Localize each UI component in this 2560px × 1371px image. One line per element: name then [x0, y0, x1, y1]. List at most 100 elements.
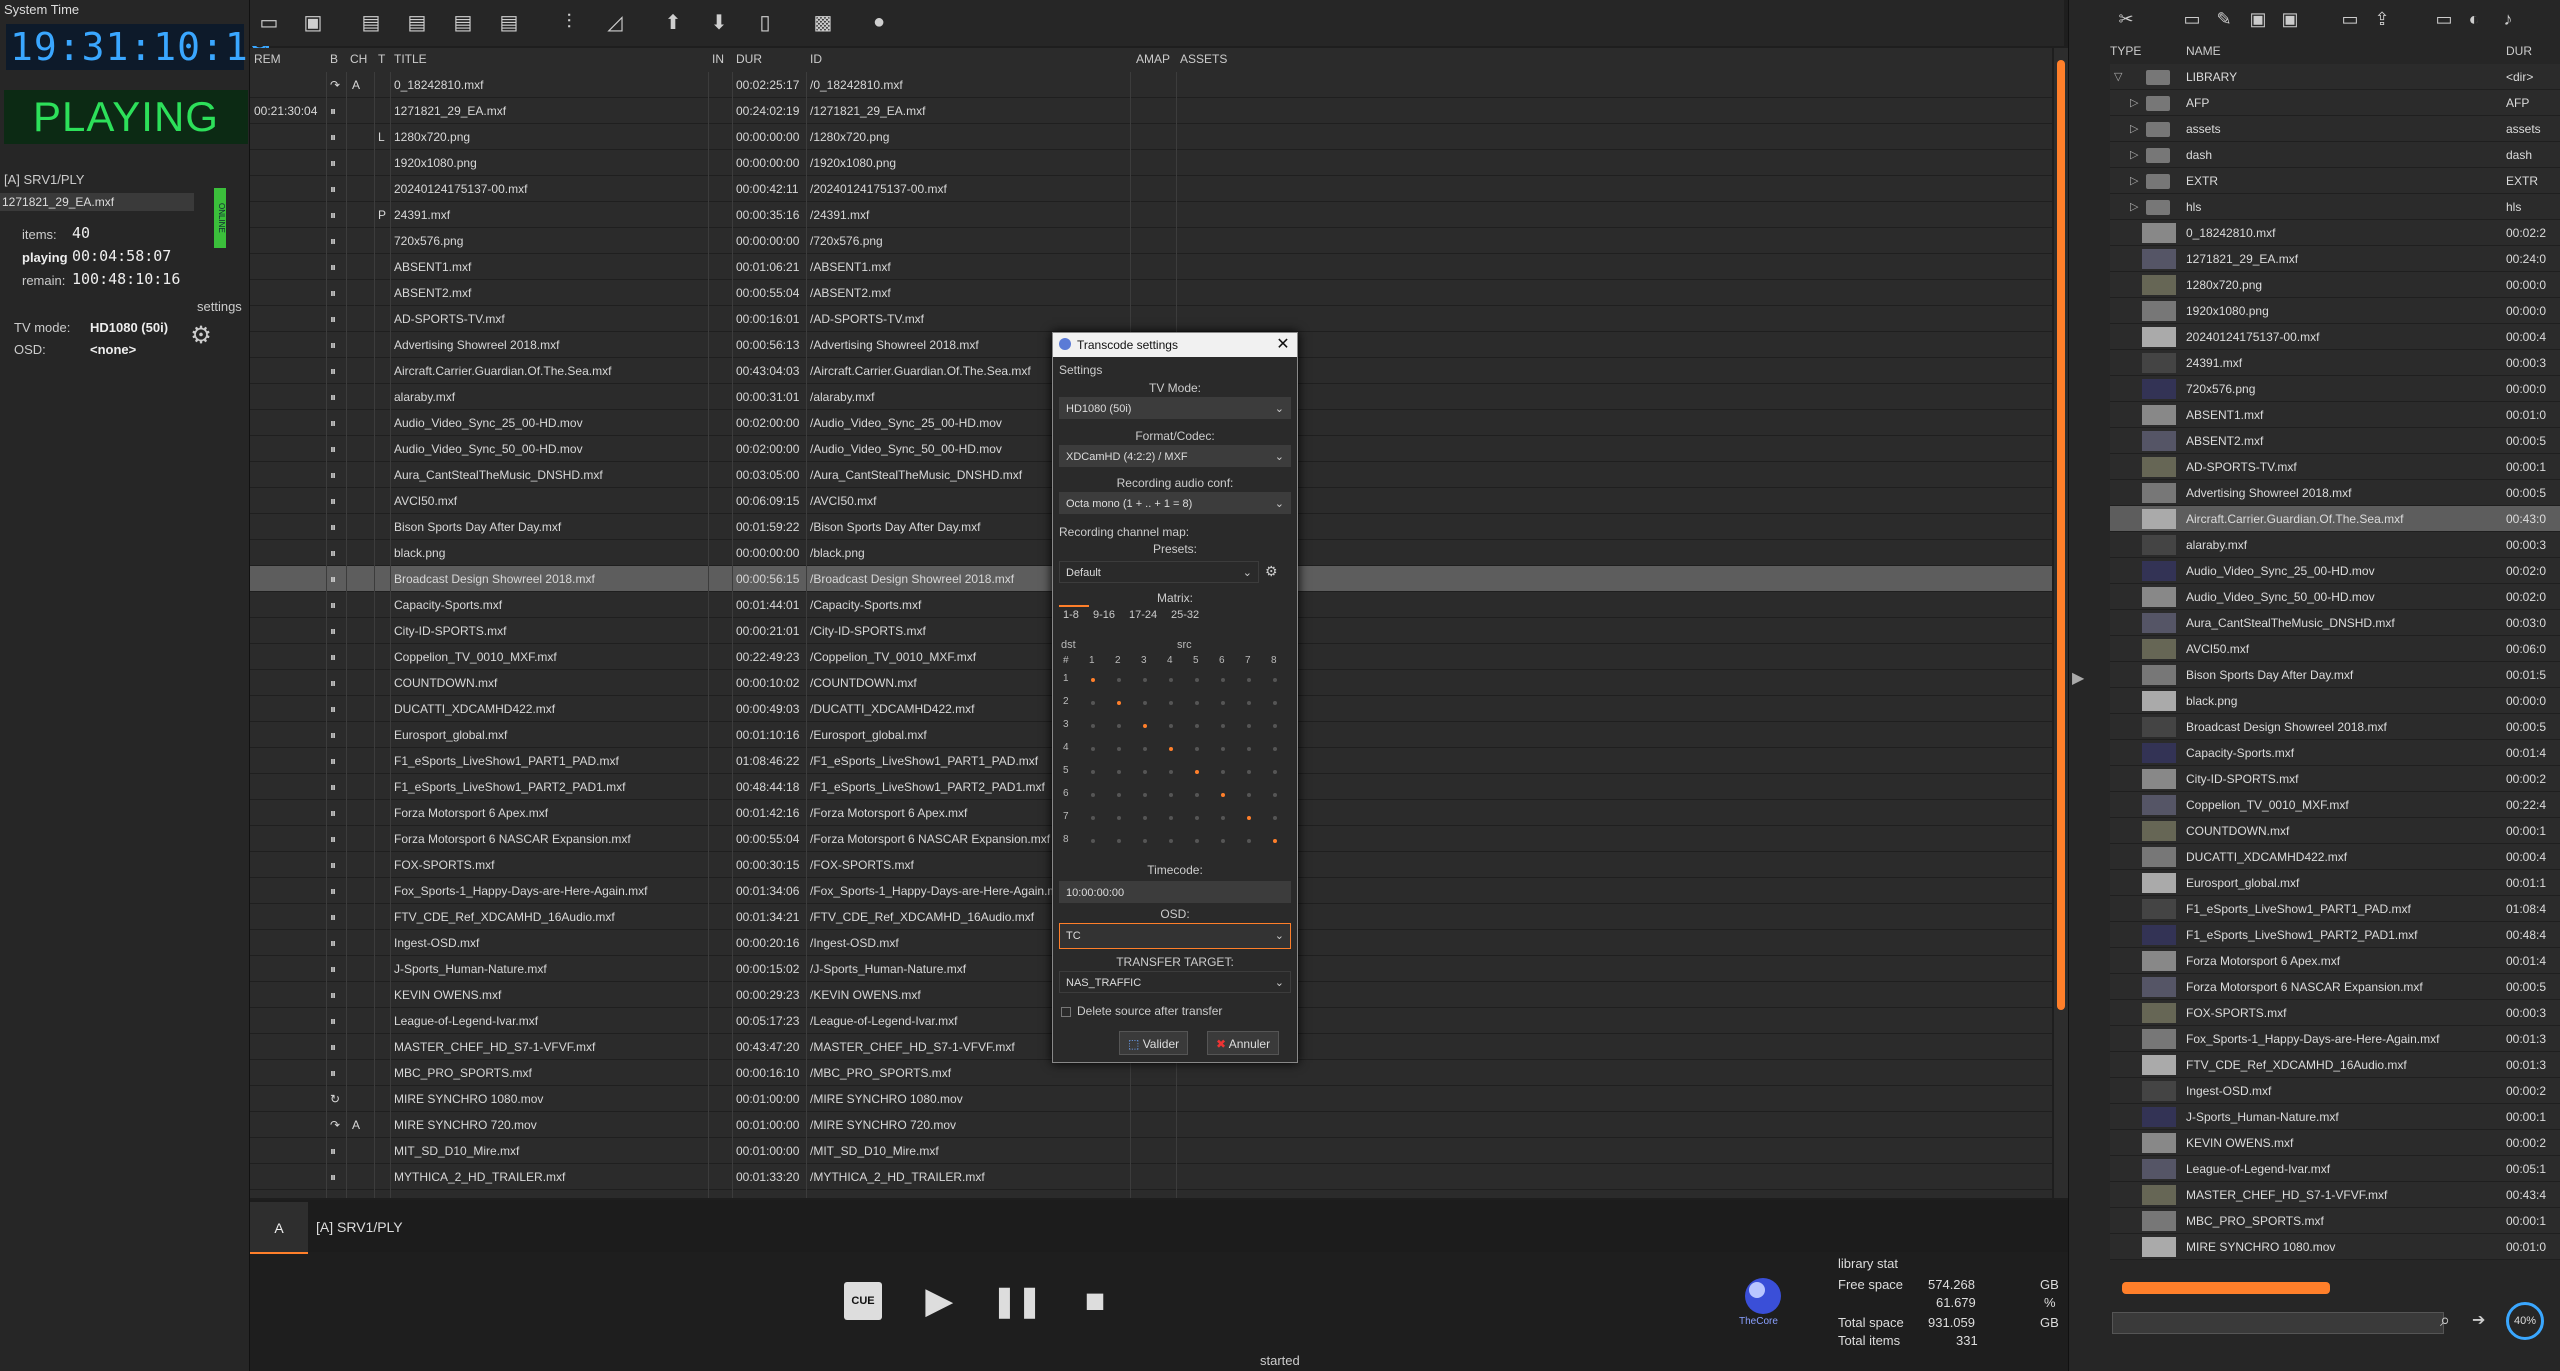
- table-row[interactable]: ⏸ ABSENT2.mxf 00:00:55:04/ABSENT2.mxf: [250, 280, 2052, 306]
- library-row[interactable]: Eurosport_global.mxf 00:01:1: [2110, 870, 2560, 896]
- expand-icon[interactable]: ▷: [2130, 200, 2138, 213]
- matrix-dot-active[interactable]: [1221, 793, 1225, 797]
- library-row[interactable]: ABSENT1.mxf 00:01:0: [2110, 402, 2560, 428]
- library-row[interactable]: Coppelion_TV_0010_MXF.mxf 00:22:4: [2110, 792, 2560, 818]
- library-row[interactable]: Forza Motorsport 6 NASCAR Expansion.mxf 0…: [2110, 974, 2560, 1000]
- matrix-dot[interactable]: [1169, 839, 1173, 843]
- bulb-icon[interactable]: ●: [866, 9, 892, 35]
- matrix-dot[interactable]: [1221, 678, 1225, 682]
- stop-button[interactable]: ■: [1076, 1282, 1114, 1320]
- col-dur[interactable]: DUR: [736, 52, 762, 66]
- matrix-dot[interactable]: [1143, 747, 1147, 751]
- library-row[interactable]: DUCATTI_XDCAMHD422.mxf 00:00:4: [2110, 844, 2560, 870]
- matrix-dot-active[interactable]: [1169, 747, 1173, 751]
- matrix-dot[interactable]: [1247, 793, 1251, 797]
- lib-col-dur[interactable]: DUR: [2506, 44, 2532, 58]
- matrix-dot[interactable]: [1273, 816, 1277, 820]
- table-row[interactable]: ⏸ MBC_PRO_SPORTS.mxf 00:00:16:10/MBC_PRO_S…: [250, 1060, 2052, 1086]
- matrix-dot[interactable]: [1091, 793, 1095, 797]
- matrix-dot[interactable]: [1091, 701, 1095, 705]
- table-row[interactable]: ⏸ 720x576.png 00:00:00:00/720x576.png: [250, 228, 2052, 254]
- col-ch[interactable]: CH: [350, 52, 367, 66]
- volume-icon[interactable]: ♪: [2495, 6, 2521, 32]
- matrix-dot[interactable]: [1195, 793, 1199, 797]
- matrix-dot[interactable]: [1091, 816, 1095, 820]
- matrix-tab-1-8[interactable]: 1-8: [1063, 609, 1079, 621]
- library-row[interactable]: Audio_Video_Sync_25_00-HD.mov 00:02:0: [2110, 558, 2560, 584]
- library-row[interactable]: MIRE SYNCHRO 1080.mov 00:01:0: [2110, 1234, 2560, 1260]
- library-row[interactable]: League-of-Legend-Ivar.mxf 00:05:1: [2110, 1156, 2560, 1182]
- matrix-dot[interactable]: [1117, 724, 1121, 728]
- transfer-target-select[interactable]: NAS_TRAFFIC ⌄: [1059, 971, 1291, 993]
- library-row[interactable]: City-ID-SPORTS.mxf 00:00:2: [2110, 766, 2560, 792]
- matrix-dot[interactable]: [1091, 747, 1095, 751]
- matrix-dot[interactable]: [1273, 701, 1277, 705]
- image-icon[interactable]: ▭: [2431, 6, 2457, 32]
- annuler-button[interactable]: ✖ Annuler: [1207, 1031, 1280, 1055]
- col-in[interactable]: IN: [712, 52, 724, 66]
- matrix-dot-active[interactable]: [1195, 770, 1199, 774]
- upload-icon[interactable]: ⇪: [2369, 6, 2395, 32]
- library-row[interactable]: AD-SPORTS-TV.mxf 00:00:1: [2110, 454, 2560, 480]
- library-row[interactable]: AVCI50.mxf 00:06:0: [2110, 636, 2560, 662]
- matrix-dot[interactable]: [1169, 793, 1173, 797]
- matrix-dot[interactable]: [1091, 839, 1095, 843]
- matrix-dot[interactable]: [1273, 747, 1277, 751]
- library-row[interactable]: ▷ assets assets: [2110, 116, 2560, 142]
- scissors-icon[interactable]: ✂: [2113, 6, 2139, 32]
- library-row[interactable]: Audio_Video_Sync_50_00-HD.mov 00:02:0: [2110, 584, 2560, 610]
- library-row[interactable]: 720x576.png 00:00:0: [2110, 376, 2560, 402]
- matrix-dot[interactable]: [1221, 747, 1225, 751]
- add-file-icon[interactable]: ▣: [2245, 6, 2271, 32]
- expand-icon[interactable]: ▷: [2130, 174, 2138, 187]
- matrix-dot[interactable]: [1247, 724, 1251, 728]
- delete-file-icon[interactable]: ▣: [2277, 6, 2303, 32]
- matrix-dot[interactable]: [1247, 839, 1251, 843]
- library-row[interactable]: ▷ dash dash: [2110, 142, 2560, 168]
- expand-icon[interactable]: ▷: [2130, 96, 2138, 109]
- matrix-dot[interactable]: [1221, 770, 1225, 774]
- table-row[interactable]: ⏸ MIT_SD_D10_Mire.mxf 00:01:00:00/MIT_SD_D…: [250, 1138, 2052, 1164]
- matrix-dot[interactable]: [1169, 770, 1173, 774]
- matrix-dot[interactable]: [1221, 701, 1225, 705]
- library-row[interactable]: ABSENT2.mxf 00:00:5: [2110, 428, 2560, 454]
- matrix-dot-active[interactable]: [1117, 701, 1121, 705]
- col-id[interactable]: ID: [810, 52, 822, 66]
- col-t[interactable]: T: [378, 52, 385, 66]
- table-row[interactable]: ↷ A 0_18242810.mxf 00:02:25:17/0_18242810.m…: [250, 72, 2052, 98]
- library-row[interactable]: ▷ AFP AFP: [2110, 90, 2560, 116]
- library-row[interactable]: ▽ LIBRARY <dir>: [2110, 64, 2560, 90]
- matrix-tab-17-24[interactable]: 17-24: [1129, 609, 1157, 621]
- film-icon[interactable]: ▤: [358, 9, 384, 35]
- table-row[interactable]: ⏸ P 24391.mxf 00:00:35:16/24391.mxf: [250, 202, 2052, 228]
- table-row[interactable]: ⏸ 1920x1080.png 00:00:00:00/1920x1080.png: [250, 150, 2052, 176]
- matrix-dot[interactable]: [1117, 793, 1121, 797]
- matrix-dot[interactable]: [1169, 724, 1173, 728]
- library-row[interactable]: Fox_Sports-1_Happy-Days-are-Here-Again.m…: [2110, 1026, 2560, 1052]
- matrix-dot[interactable]: [1273, 793, 1277, 797]
- audio-conf-select[interactable]: Octa mono (1 + .. + 1 = 8) ⌄: [1059, 492, 1291, 514]
- matrix-dot[interactable]: [1117, 839, 1121, 843]
- table-row[interactable]: ⏸ AD-SPORTS-TV.mxf 00:00:16:01/AD-SPORTS-T…: [250, 306, 2052, 332]
- library-row[interactable]: ▷ hls hls: [2110, 194, 2560, 220]
- film-insert-icon[interactable]: ▤: [404, 9, 430, 35]
- matrix-dot-active[interactable]: [1247, 816, 1251, 820]
- matrix-dot[interactable]: [1117, 770, 1121, 774]
- library-row[interactable]: 1280x720.png 00:00:0: [2110, 272, 2560, 298]
- matrix-dot[interactable]: [1091, 724, 1095, 728]
- matrix-dot[interactable]: [1143, 793, 1147, 797]
- matrix-tab-9-16[interactable]: 9-16: [1093, 609, 1115, 621]
- col-title[interactable]: TITLE: [394, 52, 427, 66]
- col-amap[interactable]: AMAP: [1136, 52, 1170, 66]
- playlist-scroll-thumb[interactable]: [2057, 60, 2065, 1010]
- collapse-icon[interactable]: ▽: [2114, 70, 2122, 83]
- col-assets[interactable]: ASSETS: [1180, 52, 1227, 66]
- matrix-dot[interactable]: [1221, 816, 1225, 820]
- document-icon[interactable]: ▯: [752, 9, 778, 35]
- panel-collapse-icon[interactable]: ▶: [2072, 668, 2084, 688]
- open-folder-icon[interactable]: ▭: [256, 9, 282, 35]
- library-row[interactable]: Aircraft.Carrier.Guardian.Of.The.Sea.mxf…: [2110, 506, 2560, 532]
- crop-icon[interactable]: ◿: [602, 9, 628, 35]
- edit-icon[interactable]: ✎: [2211, 6, 2237, 32]
- preset-settings-icon[interactable]: ⚙: [1265, 563, 1278, 580]
